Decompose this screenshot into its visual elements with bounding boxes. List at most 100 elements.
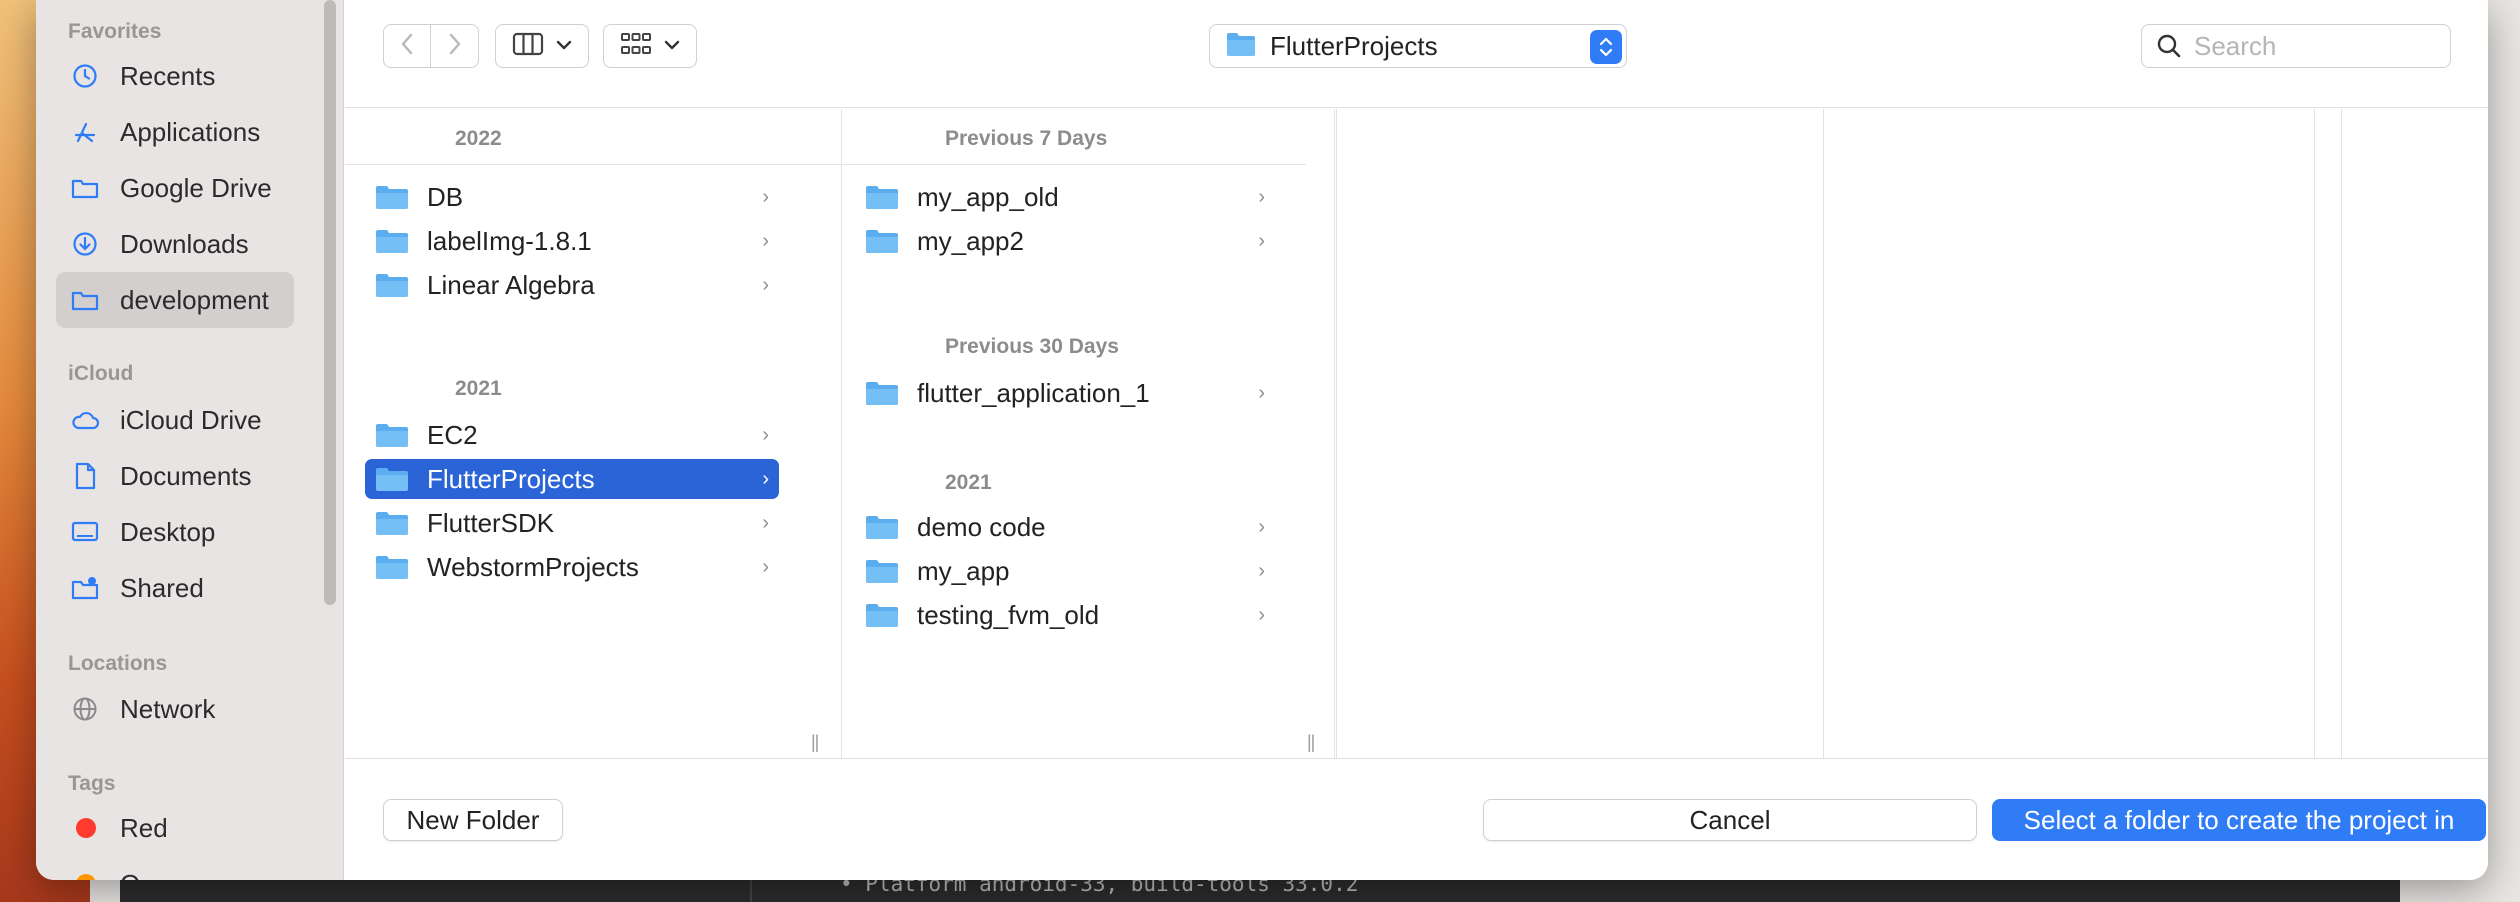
group-heading: 2022 bbox=[455, 127, 502, 150]
path-popup-button[interactable]: FlutterProjects bbox=[1209, 24, 1627, 68]
folder-row-ec2[interactable]: EC2 › bbox=[365, 415, 779, 455]
chevron-right-icon: › bbox=[1258, 381, 1265, 404]
folder-name: demo code bbox=[917, 511, 1046, 542]
column-resize-handle[interactable]: | | bbox=[811, 732, 820, 753]
globe-icon bbox=[70, 694, 100, 724]
sidebar-item-label: Applications bbox=[120, 116, 261, 147]
forward-button[interactable] bbox=[431, 24, 479, 68]
folder-icon bbox=[866, 186, 898, 209]
column-divider bbox=[1336, 109, 1337, 759]
chevron-right-icon: › bbox=[762, 467, 769, 490]
chevron-right-icon: › bbox=[762, 185, 769, 208]
chevron-right-icon: › bbox=[762, 423, 769, 446]
open-folder-dialog: Favorites Recents Applications Google Dr… bbox=[36, 0, 2488, 880]
sidebar-item-google-drive[interactable]: Google Drive bbox=[56, 160, 294, 216]
sidebar-item-documents[interactable]: Documents bbox=[56, 448, 294, 504]
sidebar: Favorites Recents Applications Google Dr… bbox=[36, 0, 344, 880]
folder-name: flutter_application_1 bbox=[917, 377, 1150, 408]
folder-name: FlutterSDK bbox=[427, 507, 555, 538]
folder-row-webstormprojects[interactable]: WebstormProjects › bbox=[365, 547, 779, 587]
folder-name: WebstormProjects bbox=[427, 551, 639, 582]
sidebar-item-applications[interactable]: Applications bbox=[56, 104, 294, 160]
chevron-right-icon: › bbox=[1258, 603, 1265, 626]
folder-row-db[interactable]: DB › bbox=[365, 177, 779, 217]
new-folder-button[interactable]: New Folder bbox=[383, 799, 563, 841]
desktop-icon bbox=[70, 517, 100, 547]
folder-row-my-app-old[interactable]: my_app_old › bbox=[855, 177, 1275, 217]
search-field[interactable] bbox=[2141, 24, 2451, 68]
download-icon bbox=[70, 229, 100, 259]
folder-icon bbox=[376, 186, 408, 209]
group-divider bbox=[345, 164, 842, 165]
column-resize-handle[interactable]: | | bbox=[1307, 732, 1316, 753]
browser-main: FlutterProjects 2022 DB › bbox=[345, 0, 2488, 880]
folder-row-my-app2[interactable]: my_app2 › bbox=[855, 221, 1275, 261]
search-input[interactable] bbox=[2194, 30, 2434, 62]
folder-icon bbox=[376, 468, 408, 491]
folder-name: FlutterProjects bbox=[427, 463, 595, 494]
folder-row-labelimg[interactable]: labelImg-1.8.1 › bbox=[365, 221, 779, 261]
sidebar-heading-favorites: Favorites bbox=[68, 20, 162, 43]
sidebar-item-shared[interactable]: Shared bbox=[56, 560, 294, 616]
folder-icon bbox=[866, 516, 898, 539]
column-divider bbox=[2341, 109, 2342, 759]
sidebar-item-development[interactable]: development bbox=[56, 272, 294, 328]
sidebar-item-desktop[interactable]: Desktop bbox=[56, 504, 294, 560]
folder-row-testing-fvm-old[interactable]: testing_fvm_old › bbox=[855, 595, 1275, 635]
popup-stepper-icon bbox=[1590, 30, 1622, 64]
chevron-right-icon: › bbox=[1258, 229, 1265, 252]
columns-view-icon bbox=[512, 31, 544, 62]
sidebar-item-label: iCloud Drive bbox=[120, 404, 262, 435]
chevron-left-icon bbox=[400, 32, 414, 61]
dialog-footer: New Folder Cancel Select a folder to cre… bbox=[345, 758, 2488, 880]
folder-icon bbox=[70, 173, 100, 203]
folder-icon bbox=[376, 230, 408, 253]
sidebar-item-label: Desktop bbox=[120, 516, 216, 547]
sidebar-heading-tags: Tags bbox=[68, 772, 116, 795]
folder-name: my_app_old bbox=[917, 181, 1059, 212]
folder-row-linear-algebra[interactable]: Linear Algebra › bbox=[365, 265, 779, 305]
sidebar-item-tag-red[interactable]: Red bbox=[56, 800, 294, 856]
folder-row-flutterprojects[interactable]: FlutterProjects › bbox=[365, 459, 779, 499]
chevron-right-icon: › bbox=[1258, 559, 1265, 582]
folder-row-my-app[interactable]: my_app › bbox=[855, 551, 1275, 591]
folder-icon bbox=[866, 382, 898, 405]
cloud-icon bbox=[70, 405, 100, 435]
folder-row-demo-code[interactable]: demo code › bbox=[855, 507, 1275, 547]
folder-name: labelImg-1.8.1 bbox=[427, 225, 592, 256]
sidebar-item-recents[interactable]: Recents bbox=[56, 48, 294, 104]
chevron-down-icon bbox=[664, 37, 680, 55]
sidebar-item-label: development bbox=[120, 284, 269, 315]
folder-icon bbox=[376, 556, 408, 579]
sidebar-item-icloud-drive[interactable]: iCloud Drive bbox=[56, 392, 294, 448]
sidebar-item-label: Downloads bbox=[120, 228, 249, 259]
folder-icon bbox=[376, 424, 408, 447]
back-button[interactable] bbox=[383, 24, 431, 68]
folder-icon bbox=[866, 560, 898, 583]
chevron-right-icon: › bbox=[1258, 185, 1265, 208]
sidebar-item-network[interactable]: Network bbox=[56, 681, 294, 737]
select-folder-button[interactable]: Select a folder to create the project in bbox=[1992, 799, 2486, 841]
view-mode-button[interactable] bbox=[495, 24, 589, 68]
group-heading: Previous 30 Days bbox=[945, 335, 1119, 358]
toolbar: FlutterProjects bbox=[345, 0, 2488, 108]
chevron-right-icon: › bbox=[762, 511, 769, 534]
chevron-down-icon bbox=[556, 37, 572, 55]
folder-icon bbox=[866, 604, 898, 627]
sidebar-item-label: Network bbox=[120, 693, 216, 724]
applications-icon bbox=[70, 117, 100, 147]
folder-row-fluttersdk[interactable]: FlutterSDK › bbox=[365, 503, 779, 543]
folder-name: my_app bbox=[917, 555, 1010, 586]
browser-column-1: 2022 DB › labelImg-1.8.1 › Linear Algebr… bbox=[345, 109, 842, 759]
sidebar-scrollbar[interactable] bbox=[324, 0, 336, 605]
folder-row-flutter-application-1[interactable]: flutter_application_1 › bbox=[855, 373, 1275, 413]
chevron-right-icon: › bbox=[1258, 515, 1265, 538]
sidebar-heading-locations: Locations bbox=[68, 652, 168, 675]
sidebar-item-tag-orange[interactable]: O... bbox=[56, 856, 294, 880]
chevron-right-icon: › bbox=[762, 555, 769, 578]
cancel-button[interactable]: Cancel bbox=[1483, 799, 1977, 841]
folder-icon bbox=[376, 274, 408, 297]
group-by-button[interactable] bbox=[603, 24, 697, 68]
sidebar-item-downloads[interactable]: Downloads bbox=[56, 216, 294, 272]
folder-icon bbox=[866, 230, 898, 253]
